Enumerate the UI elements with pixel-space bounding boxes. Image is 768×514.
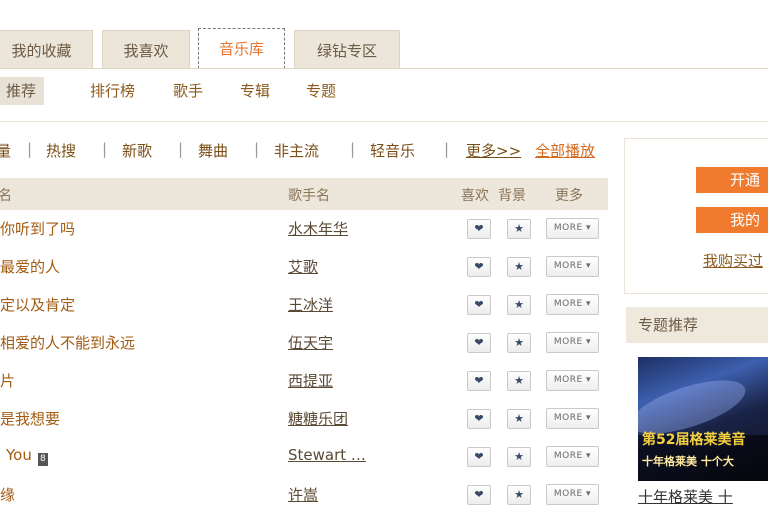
filter-item[interactable]: 新歌 xyxy=(122,140,152,161)
star-icon[interactable]: ★ xyxy=(507,219,531,239)
col-singer-name: 歌手名 xyxy=(288,188,330,204)
more-genres-link[interactable]: 更多>> xyxy=(466,140,521,161)
song-title-text: 缘 xyxy=(0,486,16,504)
heart-icon[interactable]: ❤ xyxy=(467,219,491,239)
more-dropdown-button[interactable]: MORE ▾ xyxy=(546,408,599,429)
subnav-divider xyxy=(0,121,768,122)
song-row: 是我想要 糖糖乐团 ❤ ★ MORE ▾ xyxy=(0,400,608,438)
col-background: 背景 xyxy=(498,188,526,204)
col-song-name: 名 xyxy=(0,188,12,204)
purchased-link[interactable]: 我购买过 xyxy=(703,250,763,271)
subnav-recommend[interactable]: 推荐 xyxy=(0,77,45,105)
tab-green-diamond[interactable]: 绿钻专区 xyxy=(294,30,400,68)
singer-link[interactable]: 王冰洋 xyxy=(288,294,333,315)
filter-item[interactable]: 热搜 xyxy=(46,140,76,161)
song-row: 你听到了吗 水木年华 ❤ ★ MORE ▾ xyxy=(0,210,608,248)
filter-separator: | xyxy=(350,140,356,158)
col-like: 喜欢 xyxy=(461,188,489,204)
more-dropdown-button[interactable]: MORE ▾ xyxy=(546,370,599,391)
song-title[interactable]: 你听到了吗 xyxy=(0,218,75,239)
filter-separator: | xyxy=(254,140,260,158)
song-title[interactable]: 是我想要 xyxy=(0,408,60,429)
song-table-header: 名 歌手名 喜欢 背景 更多 xyxy=(0,178,608,210)
filter-item[interactable]: 舞曲 xyxy=(198,140,228,161)
col-more: 更多 xyxy=(555,188,583,204)
singer-link[interactable]: 糖糖乐团 xyxy=(288,408,348,429)
heart-icon[interactable]: ❤ xyxy=(467,333,491,353)
song-title[interactable]: 相爱的人不能到永远 xyxy=(0,332,135,353)
song-title-text: 定以及肯定 xyxy=(0,296,76,314)
song-title-text: You xyxy=(6,446,32,464)
banner-subtitle: 十年格莱美 十个大 xyxy=(642,455,734,468)
more-dropdown-button[interactable]: MORE ▾ xyxy=(546,446,599,467)
tab-my-favorites[interactable]: 我的收藏 xyxy=(0,30,93,68)
song-title-text: 你听到了吗 xyxy=(0,220,76,238)
star-icon[interactable]: ★ xyxy=(507,333,531,353)
more-dropdown-button[interactable]: MORE ▾ xyxy=(546,294,599,315)
subnav-singers[interactable]: 歌手 xyxy=(173,77,203,105)
song-title-text: 片 xyxy=(0,372,16,390)
more-dropdown-button[interactable]: MORE ▾ xyxy=(546,256,599,277)
star-icon[interactable]: ★ xyxy=(507,371,531,391)
filter-item[interactable]: 轻音乐 xyxy=(370,140,415,161)
heart-icon[interactable]: ❤ xyxy=(467,295,491,315)
singer-link[interactable]: 伍天宇 xyxy=(288,332,333,353)
sub-navigation: 推荐 排行榜 歌手 专辑 专题 xyxy=(0,69,768,111)
heart-icon[interactable]: ❤ xyxy=(467,257,491,277)
singer-link[interactable]: 艾歌 xyxy=(288,256,318,277)
song-row: 定以及肯定 王冰洋 ❤ ★ MORE ▾ xyxy=(0,286,608,324)
my-account-button[interactable]: 我的 xyxy=(696,207,768,233)
open-membership-button[interactable]: 开通 xyxy=(696,167,768,193)
heart-icon[interactable]: ❤ xyxy=(467,485,491,505)
genre-filter-bar: 量 | 热搜 | 新歌 | 舞曲 | 非主流 | 轻音乐 | 更多>> 全部播放 xyxy=(0,138,612,166)
tab-music-library[interactable]: 音乐库 xyxy=(198,28,285,69)
filter-separator: | xyxy=(444,140,450,158)
song-title[interactable]: 片 xyxy=(0,370,15,391)
filter-separator: | xyxy=(102,140,108,158)
song-title[interactable]: You 8 xyxy=(6,446,48,466)
tab-i-like[interactable]: 我喜欢 xyxy=(102,30,190,68)
subnav-albums[interactable]: 专辑 xyxy=(240,77,270,105)
singer-link[interactable]: Stewart … xyxy=(288,446,366,464)
singer-link[interactable]: 许嵩 xyxy=(288,484,318,505)
song-title-text: 是我想要 xyxy=(0,410,61,428)
more-dropdown-button[interactable]: MORE ▾ xyxy=(546,484,599,505)
topic-recommend-title: 专题推荐 xyxy=(626,307,768,343)
singer-link[interactable]: 水木年华 xyxy=(288,218,348,239)
song-title-text: 最爱的人 xyxy=(0,258,61,276)
star-icon[interactable]: ★ xyxy=(507,257,531,277)
song-row: 最爱的人 艾歌 ❤ ★ MORE ▾ xyxy=(0,248,608,286)
star-icon[interactable]: ★ xyxy=(507,485,531,505)
heart-icon[interactable]: ❤ xyxy=(467,409,491,429)
filter-separator: | xyxy=(27,140,33,158)
song-title-text: 相爱的人不能到永远 xyxy=(0,334,136,352)
song-row: 片 西提亚 ❤ ★ MORE ▾ xyxy=(0,362,608,400)
banner-title: 第52届格莱美音 xyxy=(642,432,746,448)
more-dropdown-button[interactable]: MORE ▾ xyxy=(546,332,599,353)
filter-separator: | xyxy=(178,140,184,158)
singer-link[interactable]: 西提亚 xyxy=(288,370,333,391)
filter-item[interactable]: 非主流 xyxy=(274,140,319,161)
filter-item[interactable]: 量 xyxy=(0,140,11,161)
song-title[interactable]: 缘 xyxy=(0,484,15,505)
more-dropdown-button[interactable]: MORE ▾ xyxy=(546,218,599,239)
star-icon[interactable]: ★ xyxy=(507,295,531,315)
song-row: 缘 许嵩 ❤ ★ MORE ▾ xyxy=(0,476,608,514)
hq-badge-icon: 8 xyxy=(37,453,48,466)
song-row: You 8 Stewart … ❤ ★ MORE ▾ xyxy=(0,438,608,476)
subnav-charts[interactable]: 排行榜 xyxy=(90,77,135,105)
star-icon[interactable]: ★ xyxy=(507,409,531,429)
song-title[interactable]: 最爱的人 xyxy=(0,256,60,277)
heart-icon[interactable]: ❤ xyxy=(467,371,491,391)
song-row: 相爱的人不能到永远 伍天宇 ❤ ★ MORE ▾ xyxy=(0,324,608,362)
play-all-link[interactable]: 全部播放 xyxy=(535,140,595,161)
topic-caption-link[interactable]: 十年格莱美 十 xyxy=(638,486,733,507)
subnav-topics[interactable]: 专题 xyxy=(306,77,336,105)
heart-icon[interactable]: ❤ xyxy=(467,447,491,467)
topic-banner-image[interactable]: 第52届格莱美音 十年格莱美 十个大 xyxy=(638,357,768,481)
star-icon[interactable]: ★ xyxy=(507,447,531,467)
song-title[interactable]: 定以及肯定 xyxy=(0,294,75,315)
top-tab-bar: 我的收藏 我喜欢 音乐库 绿钻专区 xyxy=(0,0,768,70)
